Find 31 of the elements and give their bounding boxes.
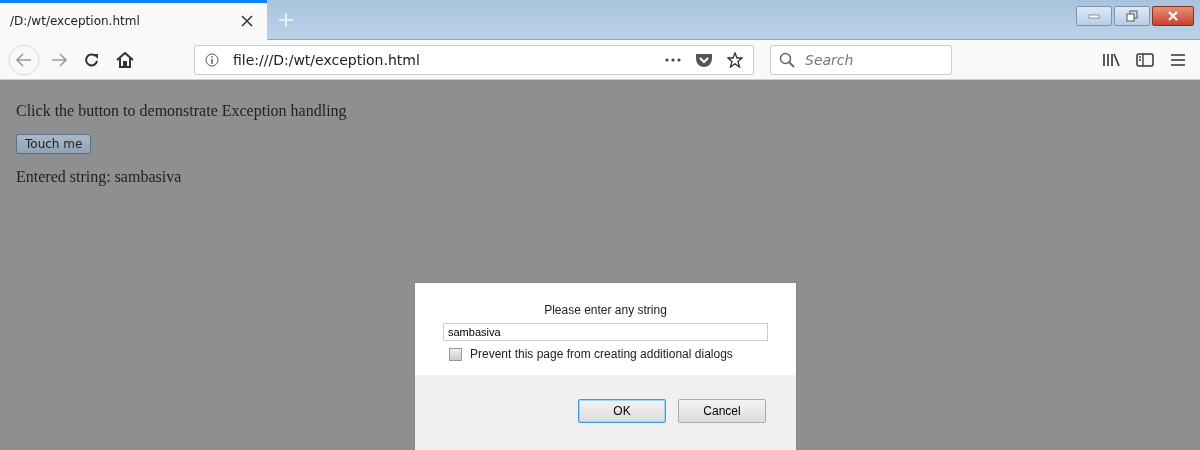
dialog-button[interactable]: Cancel	[678, 399, 766, 423]
restore-icon	[1126, 10, 1138, 22]
close-icon	[1167, 11, 1179, 21]
window-close-button[interactable]	[1152, 6, 1194, 26]
dialog-button[interactable]: OK	[578, 399, 666, 423]
search-icon	[779, 51, 795, 68]
restore-button[interactable]	[1114, 6, 1150, 26]
sidebar-icon[interactable]	[1136, 51, 1154, 68]
search-input[interactable]: Search	[803, 50, 937, 69]
browser-tab[interactable]: /D:/wt/exception.html	[0, 0, 267, 40]
info-icon[interactable]	[205, 52, 219, 67]
input-field[interactable]: sambasiva	[443, 323, 768, 341]
result-text: Entered string: sambasiva	[16, 168, 183, 186]
checkbox[interactable]	[449, 347, 462, 361]
reload-icon[interactable]	[84, 51, 100, 68]
dialog-message: Please enter any string	[544, 303, 667, 317]
touch-button[interactable]: Touch me	[16, 134, 92, 154]
home-icon[interactable]	[116, 51, 134, 68]
pocket-icon[interactable]	[695, 51, 713, 68]
menu-icon[interactable]	[1170, 52, 1186, 67]
checkbox-label[interactable]: Prevent this page from creating additional dialogs	[470, 347, 733, 361]
library-icon[interactable]	[1102, 51, 1120, 68]
close-icon[interactable]	[241, 15, 253, 27]
forward-icon[interactable]	[50, 51, 68, 68]
more-icon[interactable]	[665, 57, 681, 62]
minimize-button[interactable]	[1076, 6, 1112, 26]
search-bar[interactable]: Search	[770, 44, 952, 75]
star-icon[interactable]	[727, 51, 743, 68]
address-bar[interactable]: file:///D:/wt/exception.html	[194, 44, 754, 75]
minimize-icon	[1088, 13, 1100, 19]
page-text: Click the button to demonstrate Exception handling	[16, 102, 348, 120]
